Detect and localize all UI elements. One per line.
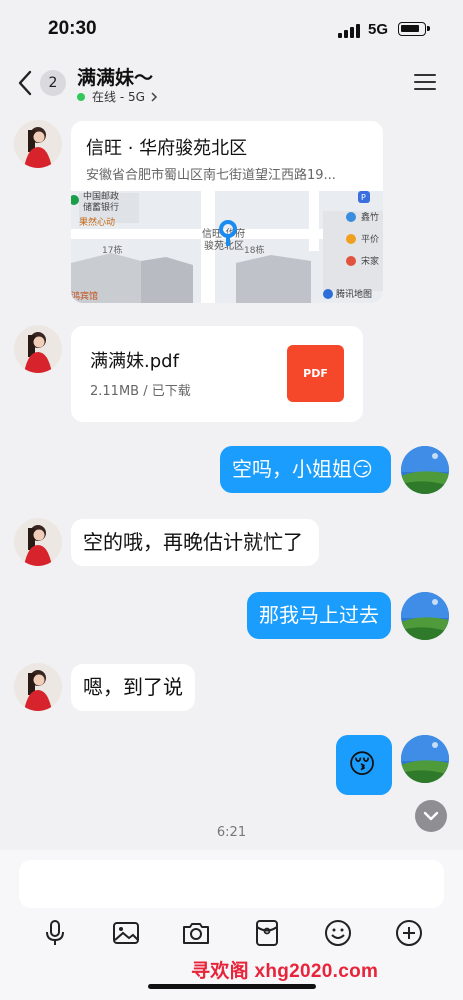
my-avatar[interactable] [401,735,449,783]
image-icon[interactable] [111,918,141,948]
status-time: 20:30 [48,18,97,39]
location-map[interactable]: 中国邮政 储蓄银行 果然心动 17栋 18栋 信旺·华府 骏苑北区 鑫竹 平价 … [71,191,383,303]
online-status-icon [77,92,85,101]
microphone-icon[interactable] [40,918,70,948]
location-title: 信旺 · 华府骏苑北区 [86,138,248,159]
location-message-card[interactable]: 信旺 · 华府骏苑北区 安徽省合肥市蜀山区南七街道望江西路19... 中国邮政 … [71,121,383,303]
network-type: 5G [368,21,389,38]
message-input[interactable] [19,860,444,908]
chat-header: 2 满满妹～ 在线 - 5G [0,58,463,108]
map-label-shop: 果然心动 [79,216,115,228]
map-label-poi-3: 宋家 [361,255,379,267]
red-packet-icon[interactable] [252,918,282,948]
contact-status[interactable]: 在线 - 5G [77,88,158,105]
chevron-right-icon [151,91,157,102]
home-indicator[interactable] [148,984,316,989]
input-area: 寻欢阁 xhg2020.com [0,850,463,1000]
incoming-message-bubble[interactable]: 嗯，到了说 [71,664,195,711]
map-label-bank: 储蓄银行 [83,201,119,213]
battery-icon [398,22,430,36]
map-label-place-2: 骏苑北区 [204,239,244,252]
site-watermark: 寻欢阁 xhg2020.com [191,961,379,982]
map-provider-label: 腾讯地图 [336,288,372,300]
contact-avatar[interactable] [14,663,62,711]
outgoing-sticker-bubble[interactable]: 😚 [336,735,392,795]
location-address: 安徽省合肥市蜀山区南七街道望江西路19... [86,168,336,183]
kissing-face-icon: 😚 [348,749,377,780]
message-timestamp: 6:21 [216,825,247,840]
outgoing-message-bubble[interactable]: 空吗，小姐姐😏 [220,446,391,493]
contact-name[interactable]: 满满妹～ [77,63,153,90]
map-label-building-17: 17栋 [102,244,122,256]
incoming-message-bubble[interactable]: 空的哦，再晚估计就忙了 [71,519,319,566]
pdf-file-icon: PDF [287,345,344,402]
map-label-postal-bank: 中国邮政 [83,191,119,202]
contact-avatar[interactable] [14,325,62,373]
my-avatar[interactable] [401,446,449,494]
emoji-icon[interactable] [323,918,353,948]
unread-count-badge[interactable]: 2 [40,70,66,96]
contact-status-text: 在线 - 5G [92,90,145,104]
back-arrow-icon[interactable] [14,68,38,98]
svg-text:P: P [361,193,366,202]
menu-icon[interactable] [414,72,438,92]
contact-avatar[interactable] [14,518,62,566]
map-label-poi-2: 平价 [361,234,379,245]
file-message-card[interactable]: 满满妹.pdf 2.11MB / 已下载 PDF [71,326,363,422]
map-label-poi-1: 鑫竹 [361,211,379,223]
outgoing-message-bubble[interactable]: 那我马上过去 [247,592,391,639]
contact-avatar[interactable] [14,120,62,168]
plus-icon[interactable] [394,918,424,948]
file-name: 满满妹.pdf [90,351,179,372]
cellular-signal-icon [338,24,362,38]
map-label-hotel: 鸿宾馆 [71,290,98,302]
map-label-building-18: 18栋 [244,244,264,256]
status-bar: 20:30 5G [0,0,463,60]
camera-icon[interactable] [181,918,211,948]
file-meta: 2.11MB / 已下载 [90,384,191,399]
my-avatar[interactable] [401,592,449,640]
